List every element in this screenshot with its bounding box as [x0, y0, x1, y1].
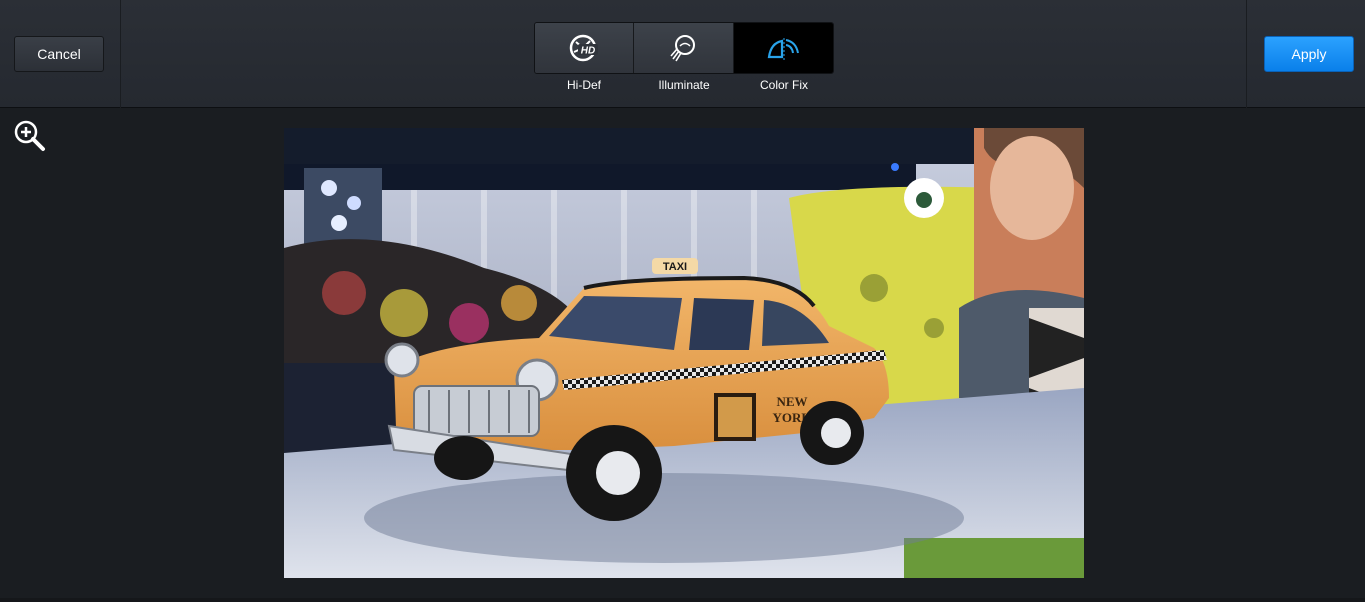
color-fix-tool-button[interactable] [733, 23, 833, 73]
taxi-door-text-1: NEW [776, 394, 807, 409]
photo-preview: TAXI NEW YORK [284, 128, 1084, 578]
illuminate-icon [670, 35, 696, 62]
zoom-in-icon[interactable] [12, 118, 46, 152]
color-fix-label: Color Fix [759, 78, 808, 92]
hi-def-tool-button[interactable]: HD [535, 23, 635, 73]
illuminate-tool-button[interactable] [634, 23, 734, 73]
hi-def-icon: HD [569, 34, 599, 62]
toolbar-divider-right [1246, 0, 1247, 108]
top-toolbar: Cancel HD Hi-Def Illuminate Color Fix Ap… [0, 0, 1365, 108]
color-fix-icon [768, 38, 800, 60]
bottom-edge [0, 598, 1365, 602]
hi-def-label: Hi-Def [566, 78, 601, 92]
svg-text:HD: HD [581, 46, 595, 57]
enhancement-tool-group: HD [534, 22, 834, 74]
taxi-roof-sign: TAXI [663, 261, 687, 273]
toolbar-divider-left [120, 0, 121, 108]
apply-button[interactable]: Apply [1264, 36, 1354, 72]
cancel-button[interactable]: Cancel [14, 36, 104, 72]
illuminate-label: Illuminate [658, 78, 710, 92]
